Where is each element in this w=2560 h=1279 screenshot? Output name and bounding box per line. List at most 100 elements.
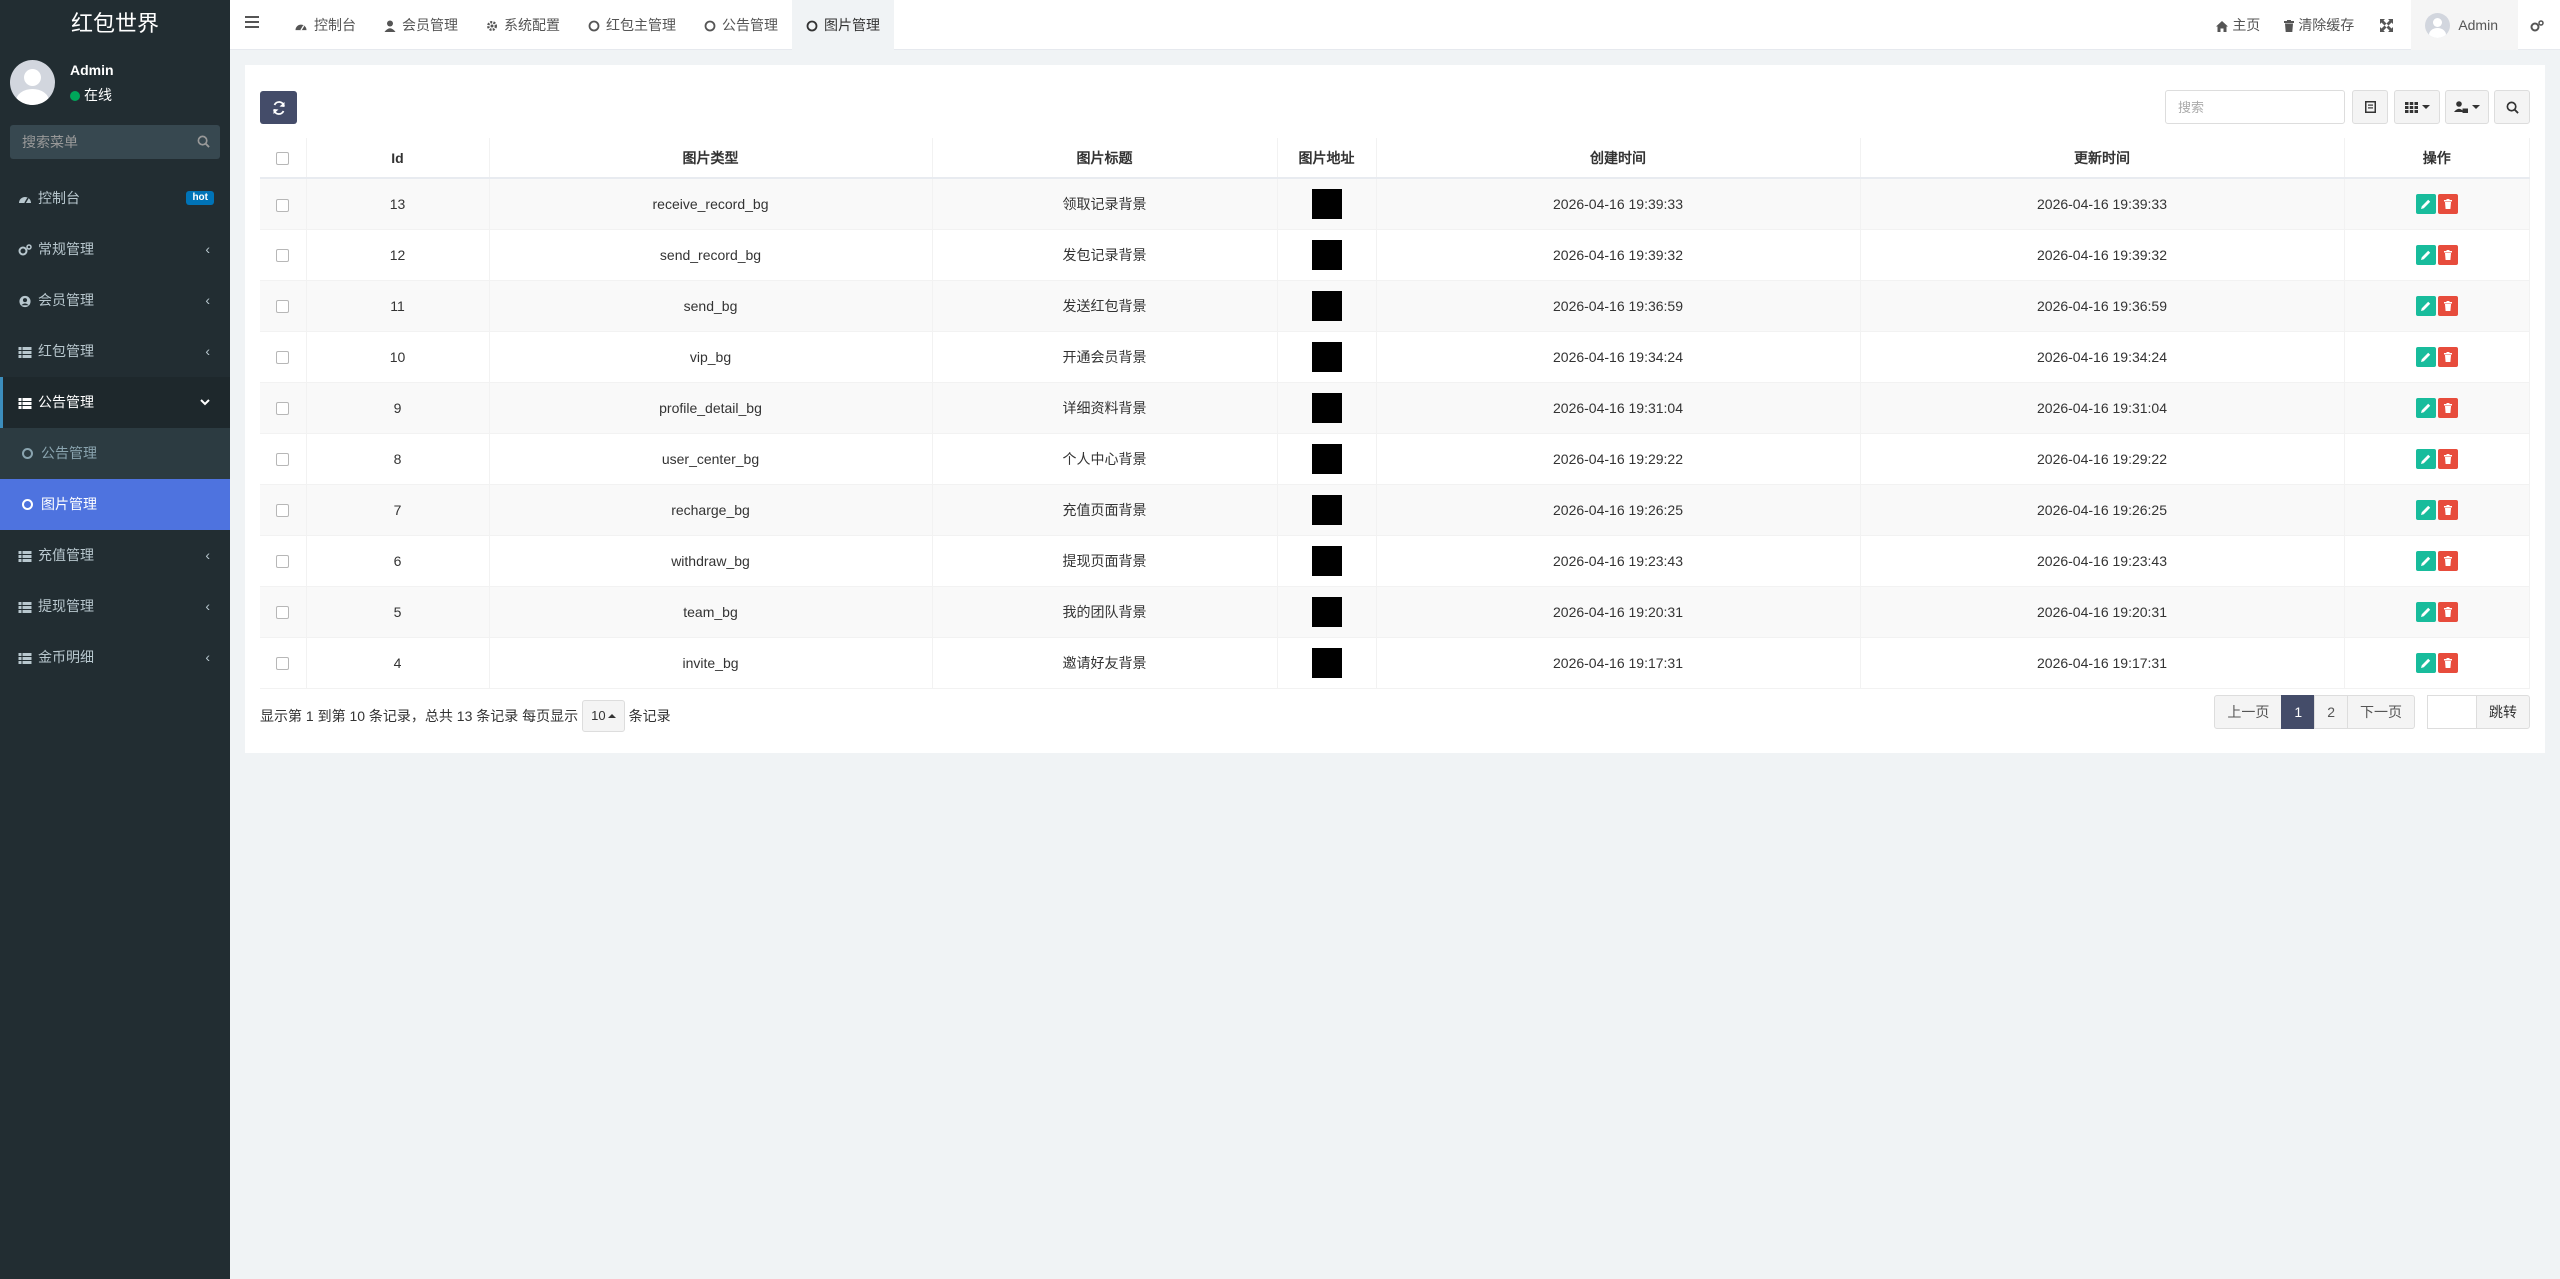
edit-button[interactable] — [2415, 448, 2436, 469]
sidebar-item-redpacket[interactable]: 红包管理 ‹ — [0, 326, 230, 377]
export-button[interactable] — [2445, 90, 2489, 124]
page-1-button[interactable]: 1 — [2281, 695, 2316, 729]
cell-type: invite_bg — [489, 637, 933, 689]
tab-dashboard[interactable]: 控制台 — [280, 0, 370, 50]
image-thumbnail[interactable] — [1311, 188, 1342, 219]
settings-button[interactable] — [2518, 0, 2560, 50]
delete-button[interactable] — [2437, 346, 2458, 367]
table-search-input[interactable] — [2165, 90, 2345, 124]
delete-button[interactable] — [2437, 550, 2458, 571]
toggle-view-button[interactable] — [2352, 90, 2388, 124]
image-thumbnail[interactable] — [1311, 290, 1342, 321]
cell-updated: 2026-04-16 19:23:43 — [1860, 535, 2345, 587]
columns-button[interactable] — [2394, 90, 2440, 124]
cell-image — [1277, 637, 1377, 689]
cell-updated: 2026-04-16 19:29:22 — [1860, 433, 2345, 485]
row-checkbox[interactable] — [276, 453, 290, 467]
cell-image — [1277, 382, 1377, 434]
sidebar-item-recharge[interactable]: 充值管理 ‹ — [0, 530, 230, 581]
app-logo[interactable]: 红包世界 — [0, 0, 230, 50]
tab-redpacket-main[interactable]: 红包主管理 — [574, 0, 690, 50]
image-thumbnail[interactable] — [1311, 341, 1342, 372]
edit-button[interactable] — [2415, 499, 2436, 520]
edit-button[interactable] — [2415, 601, 2436, 622]
list-icon — [18, 652, 32, 664]
col-type[interactable]: 图片类型 — [489, 138, 933, 179]
edit-button[interactable] — [2415, 193, 2436, 214]
refresh-button[interactable] — [260, 91, 297, 124]
image-thumbnail[interactable] — [1311, 239, 1342, 270]
delete-button[interactable] — [2437, 652, 2458, 673]
image-thumbnail[interactable] — [1311, 596, 1342, 627]
tab-label: 红包主管理 — [606, 17, 676, 33]
row-checkbox[interactable] — [276, 402, 290, 416]
jump-page-input[interactable] — [2427, 695, 2477, 729]
row-checkbox[interactable] — [276, 555, 290, 569]
select-all-checkbox[interactable] — [276, 152, 290, 166]
row-checkbox[interactable] — [276, 249, 290, 263]
table-row: 12 send_record_bg 发包记录背景 2026-04-16 19:39:3… — [260, 229, 2530, 281]
tab-images[interactable]: 图片管理 — [792, 0, 894, 50]
sidebar-item-members[interactable]: 会员管理 ‹ — [0, 275, 230, 326]
row-checkbox[interactable] — [276, 351, 290, 365]
cell-title: 详细资料背景 — [932, 382, 1278, 434]
sidebar-subitem-notice[interactable]: 公告管理 — [0, 428, 230, 479]
tab-system-config[interactable]: 系统配置 — [472, 0, 574, 50]
next-page-button[interactable]: 下一页 — [2347, 695, 2415, 729]
page-2-button[interactable]: 2 — [2314, 695, 2348, 729]
delete-button[interactable] — [2437, 295, 2458, 316]
col-id[interactable]: Id — [306, 138, 490, 179]
edit-button[interactable] — [2415, 244, 2436, 265]
image-thumbnail[interactable] — [1311, 494, 1342, 525]
sidebar-menu: 控制台 hot 常规管理 ‹ 会员管理 ‹ 红包管理 ‹ 公告管理 公告管理 图… — [0, 173, 230, 683]
col-updated[interactable]: 更新时间 — [1860, 138, 2345, 179]
edit-button[interactable] — [2415, 652, 2436, 673]
col-title[interactable]: 图片标题 — [932, 138, 1278, 179]
row-checkbox[interactable] — [276, 504, 290, 518]
sidebar-subitem-images[interactable]: 图片管理 — [0, 479, 230, 530]
sidebar-item-notice[interactable]: 公告管理 — [0, 377, 230, 428]
delete-button[interactable] — [2437, 244, 2458, 265]
image-thumbnail[interactable] — [1311, 443, 1342, 474]
clear-cache-button[interactable]: 清除缓存 — [2272, 0, 2366, 50]
search-icon[interactable] — [197, 135, 210, 148]
trash-icon — [2443, 198, 2452, 209]
edit-button[interactable] — [2415, 346, 2436, 367]
pencil-icon — [2420, 556, 2430, 566]
trash-icon — [2443, 504, 2452, 515]
page-size-select[interactable]: 10 — [582, 700, 625, 732]
delete-button[interactable] — [2437, 601, 2458, 622]
image-thumbnail[interactable] — [1311, 545, 1342, 576]
row-checkbox[interactable] — [276, 657, 290, 671]
tab-notice[interactable]: 公告管理 — [690, 0, 792, 50]
row-checkbox[interactable] — [276, 198, 290, 212]
row-checkbox[interactable] — [276, 300, 290, 314]
col-image[interactable]: 图片地址 — [1277, 138, 1377, 179]
cell-id: 7 — [306, 484, 490, 536]
row-checkbox[interactable] — [276, 606, 290, 620]
sidebar-search — [10, 125, 220, 159]
image-thumbnail[interactable] — [1311, 392, 1342, 423]
edit-button[interactable] — [2415, 550, 2436, 571]
jump-button[interactable]: 跳转 — [2476, 695, 2530, 729]
sidebar-item-dashboard[interactable]: 控制台 hot — [0, 173, 230, 224]
image-thumbnail[interactable] — [1311, 647, 1342, 678]
menu-search-input[interactable] — [10, 125, 220, 159]
edit-button[interactable] — [2415, 295, 2436, 316]
prev-page-button[interactable]: 上一页 — [2214, 695, 2283, 729]
delete-button[interactable] — [2437, 397, 2458, 418]
edit-button[interactable] — [2415, 397, 2436, 418]
sidebar-item-coins[interactable]: 金币明细 ‹ — [0, 632, 230, 683]
menu-toggle-icon[interactable] — [245, 16, 259, 28]
tab-members[interactable]: 会员管理 — [370, 0, 472, 50]
home-link[interactable]: 主页 — [2204, 0, 2272, 50]
delete-button[interactable] — [2437, 448, 2458, 469]
delete-button[interactable] — [2437, 193, 2458, 214]
col-created[interactable]: 创建时间 — [1376, 138, 1861, 179]
sidebar-item-withdraw[interactable]: 提现管理 ‹ — [0, 581, 230, 632]
advanced-search-button[interactable] — [2494, 90, 2530, 124]
delete-button[interactable] — [2437, 499, 2458, 520]
user-menu[interactable]: Admin — [2411, 0, 2518, 50]
fullscreen-button[interactable] — [2366, 0, 2411, 50]
sidebar-item-general[interactable]: 常规管理 ‹ — [0, 224, 230, 275]
